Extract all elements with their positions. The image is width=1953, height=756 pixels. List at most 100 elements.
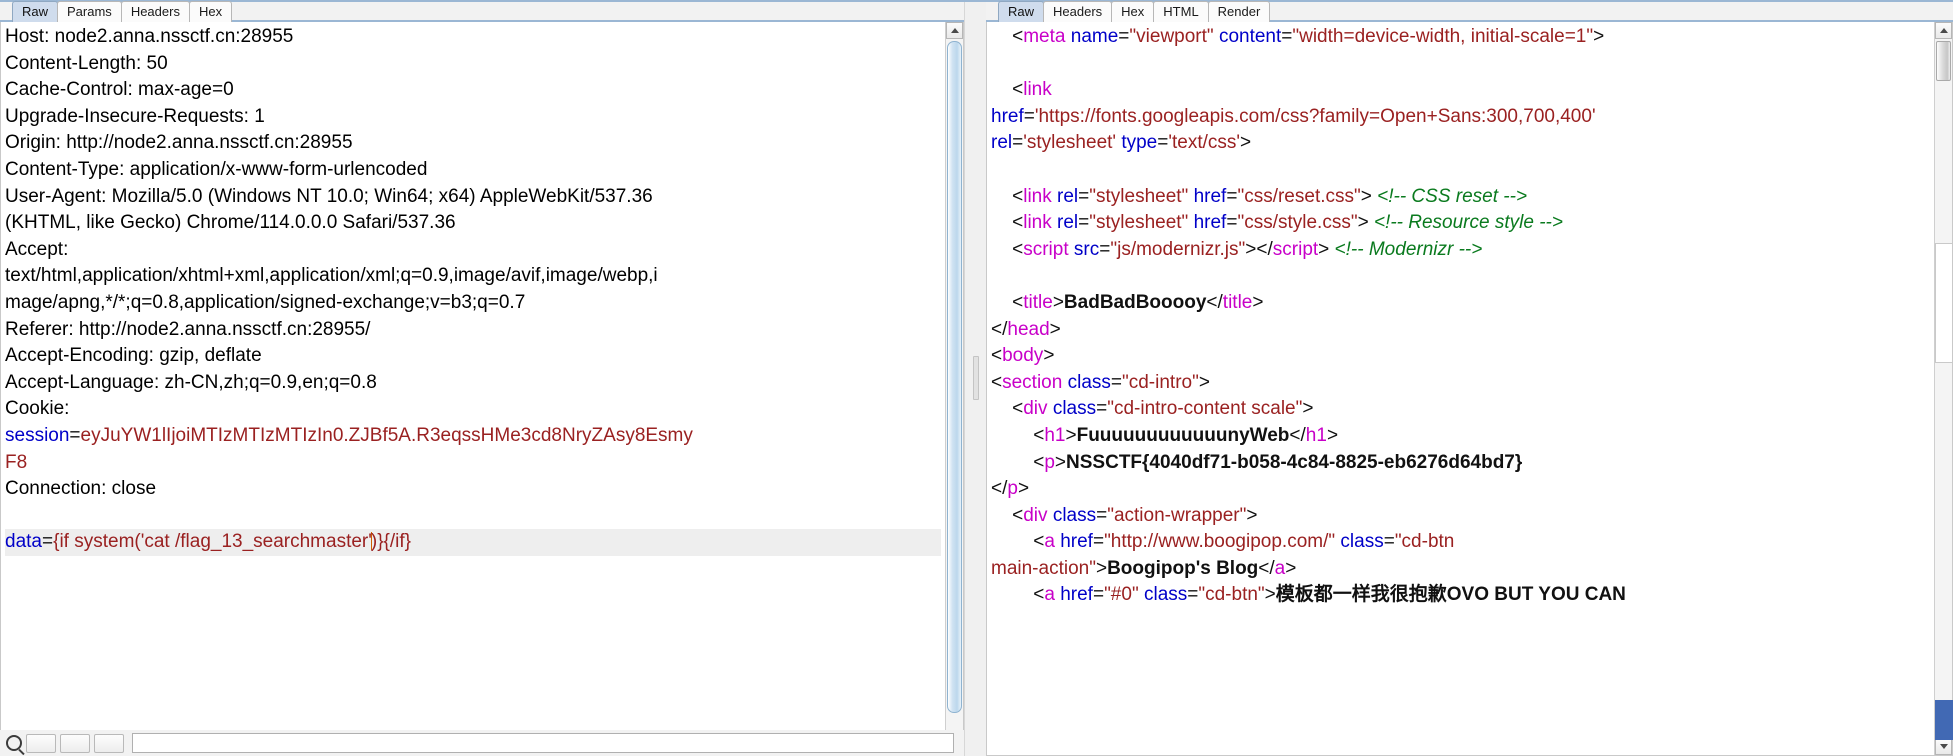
response-line: <title>BadBadBooooy</title> <box>991 290 1930 317</box>
tab-response-hex[interactable]: Hex <box>1111 1 1155 22</box>
token-brk: </ <box>1289 424 1306 446</box>
tab-response-render[interactable]: Render <box>1207 1 1271 22</box>
token-brk: = <box>1383 531 1395 553</box>
token-attr: class <box>1052 504 1097 526</box>
token-attr: href <box>1060 584 1093 606</box>
token-str: "width=device-width, initial-scale=1" <box>1292 26 1594 47</box>
request-line: Accept-Encoding: gzip, deflate <box>5 345 262 367</box>
token-brk: > <box>1065 424 1077 446</box>
request-line: Accept-Language: zh-CN,zh;q=0.9,en;q=0.8 <box>5 371 377 393</box>
token-brk: </ <box>991 478 1008 500</box>
tab-request-raw[interactable]: Raw <box>12 1 59 22</box>
token-str: "http://www.boogipop.com/" <box>1104 531 1336 553</box>
tab-request-headers[interactable]: Headers <box>120 1 190 22</box>
token-brk: > <box>1252 291 1264 313</box>
token-attr: rel <box>1057 185 1079 207</box>
chevron-up-icon <box>1939 28 1948 33</box>
token-brk: > <box>1049 318 1061 340</box>
token-brk: = <box>1023 105 1035 127</box>
request-line: Host: node2.anna.nssctf.cn:28955 <box>5 26 294 47</box>
token-tag: meta <box>1023 26 1066 47</box>
request-vertical-scrollbar[interactable] <box>945 22 963 755</box>
token-brk: = <box>1281 26 1293 47</box>
token-tag: title <box>1222 291 1253 313</box>
search-icon[interactable] <box>6 735 22 751</box>
search-option-button-2[interactable] <box>60 733 90 753</box>
token-brk: < <box>1033 424 1045 446</box>
scrollbar-thumb[interactable] <box>947 41 962 713</box>
token-brk: </ <box>1206 291 1223 313</box>
request-line: Accept: <box>5 238 69 260</box>
tab-response-html[interactable]: HTML <box>1153 1 1209 22</box>
response-text[interactable]: <meta name="viewport" content="width=dev… <box>987 22 1934 755</box>
scroll-up-button[interactable] <box>946 22 963 39</box>
token-brk: < <box>1012 79 1024 101</box>
token-brk: > <box>1326 424 1339 446</box>
token-str: "cd-btn <box>1394 531 1455 553</box>
token-brk: > <box>1357 212 1374 234</box>
panel-splitter[interactable] <box>964 0 986 756</box>
token-brk: < <box>1012 504 1024 526</box>
token-tag: link <box>1023 185 1052 207</box>
response-line: <a href="http://www.boogipop.com/" class… <box>991 529 1930 556</box>
scroll-up-button[interactable] <box>1935 22 1952 39</box>
request-editor-area[interactable]: Host: node2.anna.nssctf.cn:28955 Content… <box>0 22 964 756</box>
response-line: <p>NSSCTF{4040df71-b058-4c84-8825-eb6276… <box>991 450 1930 477</box>
token-txt: NSSCTF{4040df71-b058-4c84-8825-eb6276d64… <box>1066 451 1523 473</box>
token-attr: type <box>1121 132 1158 154</box>
request-panel: Raw Params Headers Hex Host: node2.anna.… <box>0 0 964 756</box>
token-brk: > <box>1285 557 1297 579</box>
response-panel: Raw Headers Hex HTML Render <meta name="… <box>986 0 1953 756</box>
request-body-line[interactable]: data={if system('cat /flag_13_searchmast… <box>5 529 941 556</box>
token-brk: = <box>1078 212 1090 234</box>
response-tabstrip: Raw Headers Hex HTML Render <box>986 0 1953 22</box>
token-str: 'text/css' <box>1168 132 1241 154</box>
search-option-button-3[interactable] <box>94 733 124 753</box>
request-line: Referer: http://node2.anna.nssctf.cn:289… <box>5 318 371 340</box>
request-line: mage/apng,*/*;q=0.8,application/signed-e… <box>5 291 526 313</box>
tab-request-params[interactable]: Params <box>57 1 122 22</box>
token-brk: > <box>1593 26 1605 47</box>
token-tag: div <box>1023 398 1048 420</box>
scrollbar-thumb[interactable] <box>1936 41 1951 81</box>
token-tag: a <box>1274 557 1286 579</box>
request-line: Cookie: <box>5 398 70 420</box>
tab-request-hex[interactable]: Hex <box>188 1 233 22</box>
tab-response-raw[interactable]: Raw <box>998 1 1045 22</box>
request-line: User-Agent: Mozilla/5.0 (Windows NT 10.0… <box>5 185 653 207</box>
token-brk: = <box>1012 132 1024 154</box>
token-brk: = <box>1118 26 1130 47</box>
window-edge-panel <box>1935 243 1953 363</box>
token-brk: > <box>1198 371 1210 393</box>
response-line: </p> <box>991 476 1930 503</box>
token-tag: a <box>1044 531 1055 553</box>
token-brk: < <box>991 345 1003 367</box>
request-text[interactable]: Host: node2.anna.nssctf.cn:28955 Content… <box>1 22 945 755</box>
body-param-name: data <box>5 531 42 553</box>
search-option-button-1[interactable] <box>26 733 56 753</box>
response-line: <div class="cd-intro-content scale"> <box>991 396 1930 423</box>
response-line: <a href="#0" class="cd-btn">模板都一样我很抱歉OVO… <box>991 582 1930 609</box>
search-input[interactable] <box>132 733 954 753</box>
token-tag: p <box>1044 451 1055 473</box>
response-editor-area[interactable]: <meta name="viewport" content="width=dev… <box>986 22 1953 756</box>
token-brk: > <box>1054 451 1067 473</box>
response-line: <h1>FuuuuuuuuuuuunyWeb</h1> <box>991 423 1930 450</box>
response-line: <section class="cd-intro"> <box>991 370 1930 397</box>
scroll-down-button[interactable] <box>1935 738 1952 755</box>
response-vertical-scrollbar[interactable] <box>1934 22 1952 755</box>
tab-response-headers[interactable]: Headers <box>1043 1 1113 22</box>
response-line: <script src="js/modernizr.js"></script> … <box>991 237 1930 264</box>
token-str: "viewport" <box>1129 26 1214 47</box>
token-brk: < <box>1033 451 1045 473</box>
token-brk: < <box>1012 398 1024 420</box>
response-line: </head> <box>991 317 1930 344</box>
token-tag: a <box>1044 584 1055 606</box>
token-brk: </ <box>991 318 1008 340</box>
token-tag: h1 <box>1044 424 1066 446</box>
token-tag: script <box>1023 238 1069 260</box>
